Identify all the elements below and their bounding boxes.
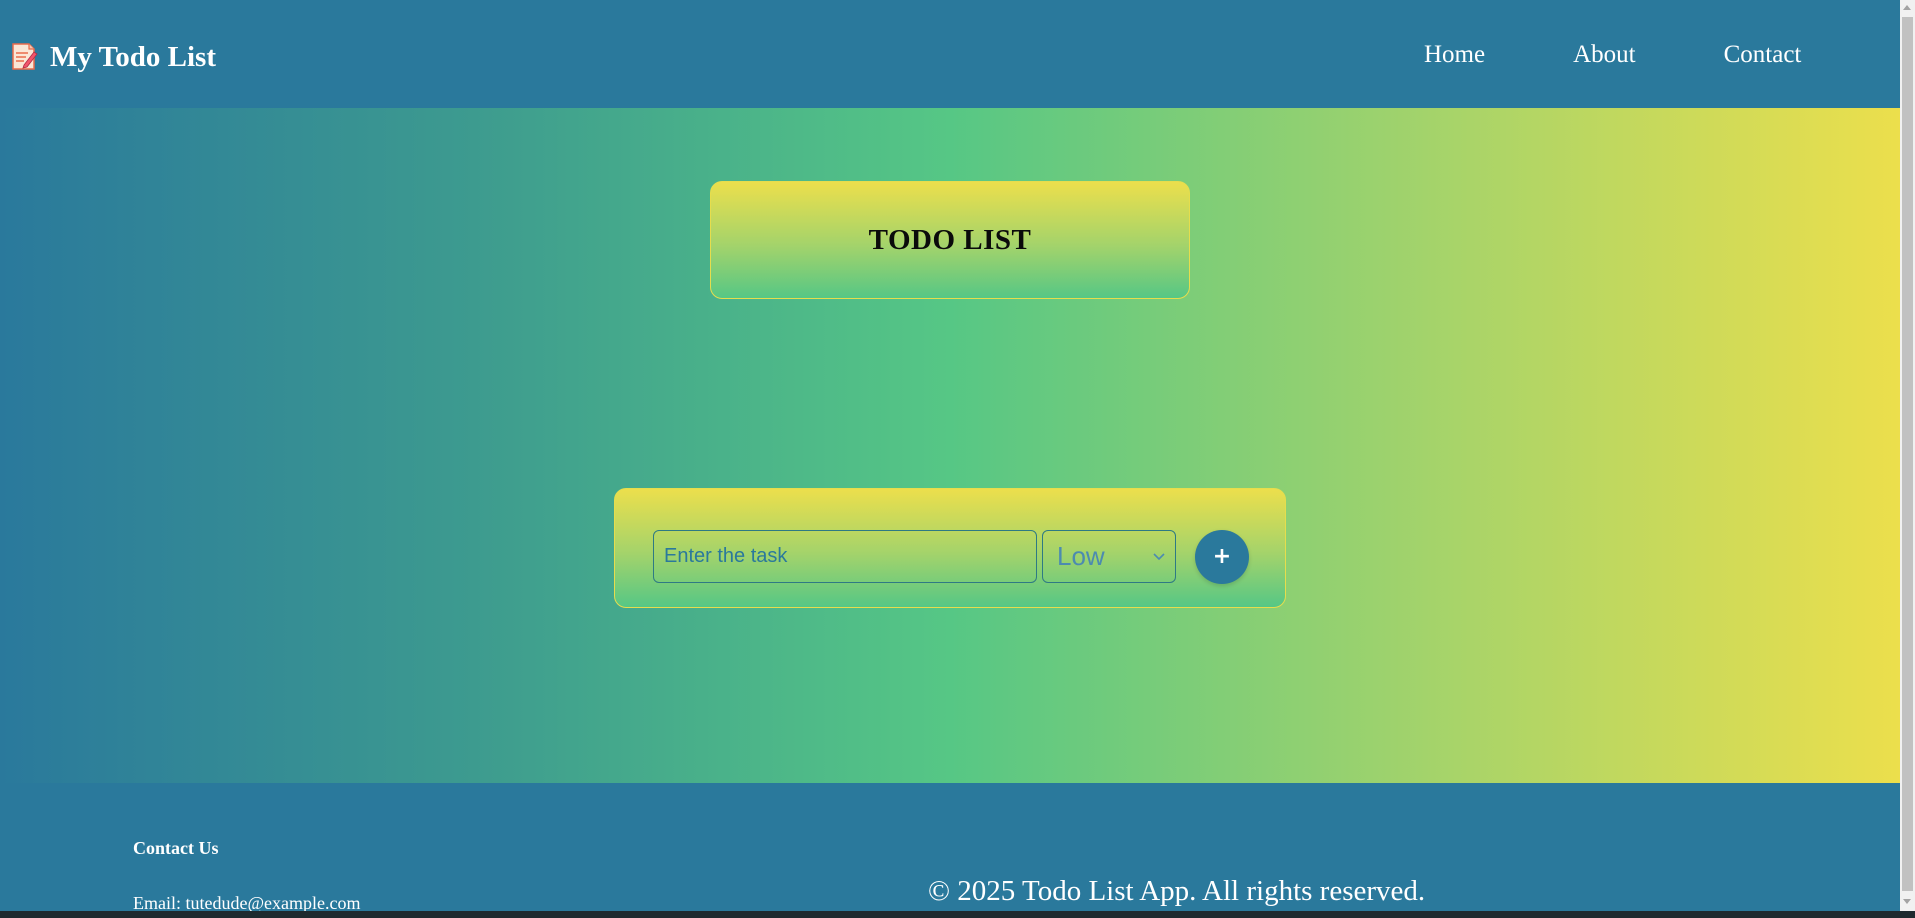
- add-task-button[interactable]: +: [1195, 530, 1249, 584]
- main-nav: Home About Contact: [1424, 38, 1801, 72]
- nav-link-home[interactable]: Home: [1424, 38, 1485, 72]
- page: My Todo List Home About Contact TODO LIS…: [0, 0, 1915, 918]
- add-task-form: Low +: [614, 488, 1286, 608]
- title-card: TODO LIST: [710, 181, 1190, 299]
- plus-icon: +: [1212, 544, 1232, 569]
- nav-link-contact[interactable]: Contact: [1724, 38, 1802, 72]
- nav-link-about[interactable]: About: [1573, 38, 1636, 72]
- site-header: My Todo List Home About Contact: [0, 0, 1900, 108]
- chevron-down-icon: [1153, 552, 1165, 560]
- memo-pencil-icon: [12, 43, 38, 70]
- page-title: TODO LIST: [868, 223, 1032, 256]
- main-content: TODO LIST Low +: [0, 108, 1900, 783]
- priority-selected-value: Low: [1057, 541, 1105, 571]
- site-footer: Contact Us Email: tutedude@example.com ©…: [0, 783, 1900, 913]
- scroll-down-arrow-icon[interactable]: [1903, 899, 1911, 904]
- vertical-scrollbar[interactable]: [1900, 0, 1915, 911]
- scrollbar-thumb[interactable]: [1902, 17, 1913, 891]
- brand-title: My Todo List: [50, 41, 216, 73]
- priority-select[interactable]: Low: [1042, 530, 1176, 583]
- footer-copyright: © 2025 Todo List App. All rights reserve…: [928, 875, 1426, 907]
- brand[interactable]: My Todo List: [10, 40, 216, 74]
- bottom-edge-bar: [0, 911, 1915, 918]
- task-input[interactable]: [653, 530, 1037, 583]
- footer-contact-heading: Contact Us: [133, 838, 219, 858]
- scroll-up-arrow-icon[interactable]: [1903, 5, 1911, 10]
